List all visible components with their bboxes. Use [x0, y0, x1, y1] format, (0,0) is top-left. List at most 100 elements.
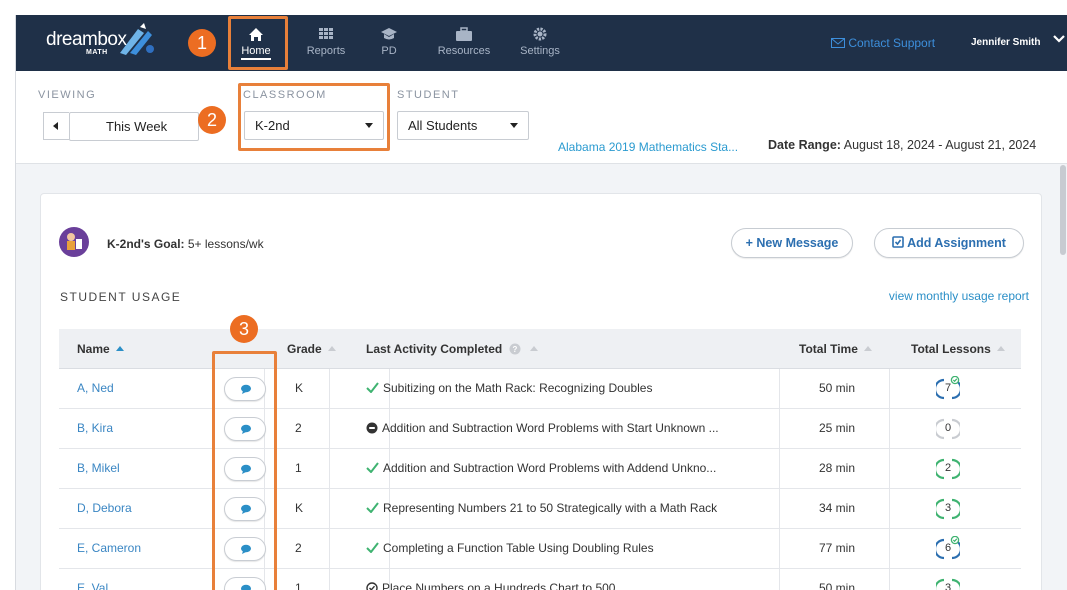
- student-name-link[interactable]: B, Kira: [77, 421, 113, 435]
- column-divider: [889, 409, 890, 449]
- classroom-select[interactable]: K-2nd: [244, 111, 384, 140]
- student-name-link[interactable]: A, Ned: [77, 381, 114, 395]
- column-divider: [329, 449, 330, 489]
- callout-badge-2: 2: [198, 106, 226, 134]
- week-selector[interactable]: This Week: [69, 112, 199, 141]
- chevron-left-icon: [53, 122, 58, 130]
- app-window: dreambox MATH Home Reports PD Resources: [15, 15, 1067, 590]
- lessons-count: 7: [944, 382, 952, 394]
- total-time-cell: 77 min: [819, 541, 856, 555]
- home-icon: [249, 28, 263, 41]
- column-divider: [779, 369, 780, 409]
- svg-text:?: ?: [512, 345, 517, 354]
- previous-week-button[interactable]: [43, 112, 69, 140]
- sort-icon: [327, 346, 336, 351]
- message-student-button[interactable]: [224, 377, 266, 401]
- classroom-goal: K-2nd's Goal: 5+ lessons/wk: [107, 237, 264, 251]
- stop-circle-icon: [366, 422, 378, 434]
- checkmark-icon: [366, 382, 379, 394]
- column-divider: [779, 529, 780, 569]
- grade-cell: 1: [295, 461, 302, 475]
- chat-bubble-icon: [241, 384, 251, 394]
- classroom-label: CLASSROOM: [243, 89, 327, 101]
- plus-icon: +: [745, 236, 753, 250]
- column-divider: [889, 369, 890, 409]
- help-icon[interactable]: ?: [509, 343, 521, 355]
- column-divider: [889, 449, 890, 489]
- viewing-label: VIEWING: [38, 89, 97, 101]
- column-divider: [779, 409, 780, 449]
- nav-pd[interactable]: PD: [361, 25, 417, 57]
- date-range: Date Range: August 18, 2024 - August 21,…: [768, 138, 1037, 152]
- nav-resources[interactable]: Resources: [434, 25, 494, 57]
- student-name-link[interactable]: D, Debora: [77, 501, 132, 515]
- in-progress-icon: [366, 582, 378, 590]
- message-student-button[interactable]: [224, 457, 266, 481]
- table-row: B, Mikel 1 Addition and Subtraction Word P…: [59, 449, 1021, 489]
- student-name-link[interactable]: E, Cameron: [77, 541, 141, 555]
- table-row: E, Val 1 Place Numbers on a Hundreds Chart…: [59, 569, 1021, 590]
- column-header-last-activity[interactable]: Last Activity Completed ?: [366, 342, 538, 356]
- column-divider: [329, 569, 330, 590]
- lessons-count: 0: [944, 422, 952, 434]
- column-header-total-time[interactable]: Total Time: [799, 342, 872, 356]
- user-menu[interactable]: Jennifer Smith: [971, 37, 1040, 48]
- nav-reports[interactable]: Reports: [298, 25, 354, 57]
- message-student-button[interactable]: [224, 417, 266, 441]
- last-activity-cell: Subitizing on the Math Rack: Recognizing…: [366, 381, 652, 395]
- envelope-icon: [831, 38, 845, 48]
- dropdown-caret-icon: [510, 123, 518, 128]
- column-divider: [329, 489, 330, 529]
- total-lessons-indicator: 7: [933, 375, 963, 402]
- table-header: Name Grade Last Activity Completed ? Tot…: [59, 329, 1021, 369]
- grid-icon: [319, 28, 333, 39]
- total-lessons-indicator: 3: [933, 576, 963, 590]
- column-header-grade[interactable]: Grade: [287, 342, 336, 356]
- chat-bubble-icon: [241, 424, 251, 434]
- column-divider: [779, 489, 780, 529]
- total-lessons-indicator: 2: [933, 456, 963, 482]
- nav-settings[interactable]: Settings: [512, 25, 568, 57]
- grade-cell: K: [295, 381, 304, 395]
- dreambox-logo[interactable]: dreambox MATH: [46, 29, 127, 56]
- teacher-icon: [67, 233, 82, 250]
- new-message-button[interactable]: + New Message: [731, 228, 853, 258]
- contact-support-link[interactable]: Contact Support: [831, 36, 935, 50]
- lessons-count: 3: [944, 502, 952, 514]
- student-usage-title: STUDENT USAGE: [60, 290, 182, 304]
- message-student-button[interactable]: [224, 577, 266, 590]
- column-header-total-lessons[interactable]: Total Lessons: [911, 342, 1005, 356]
- sort-icon: [529, 346, 538, 351]
- sort-icon: [863, 346, 872, 351]
- lessons-count: 6: [944, 542, 952, 554]
- add-assignment-button[interactable]: Add Assignment: [874, 228, 1024, 258]
- last-activity-cell: Addition and Subtraction Word Problems w…: [366, 461, 716, 475]
- message-student-button[interactable]: [224, 497, 266, 521]
- total-lessons-indicator: 0: [933, 416, 963, 442]
- chevron-down-icon[interactable]: [1052, 34, 1066, 44]
- standards-link[interactable]: Alabama 2019 Mathematics Sta...: [558, 140, 738, 154]
- student-select[interactable]: All Students: [397, 111, 529, 140]
- gear-icon: [533, 27, 547, 41]
- graduation-cap-icon: [381, 28, 397, 40]
- top-nav: dreambox MATH Home Reports PD Resources: [16, 15, 1067, 71]
- total-time-cell: 34 min: [819, 501, 856, 515]
- nav-home[interactable]: Home: [228, 25, 284, 60]
- student-name-link[interactable]: B, Mikel: [77, 461, 120, 475]
- column-header-name[interactable]: Name: [77, 342, 124, 356]
- checkmark-icon: [366, 462, 379, 474]
- scrollbar-thumb[interactable]: [1060, 165, 1066, 255]
- student-name-link[interactable]: E, Val: [77, 581, 108, 590]
- total-time-cell: 25 min: [819, 421, 856, 435]
- message-student-button[interactable]: [224, 537, 266, 561]
- dropdown-caret-icon: [365, 123, 373, 128]
- total-lessons-indicator: 3: [933, 496, 963, 522]
- column-divider: [329, 529, 330, 569]
- monthly-usage-report-link[interactable]: view monthly usage report: [889, 289, 1029, 303]
- callout-badge-3: 3: [230, 315, 258, 343]
- column-divider: [889, 569, 890, 590]
- table-row: A, Ned K Subitizing on the Math Rack: Reco…: [59, 369, 1021, 409]
- briefcase-icon: [456, 27, 472, 41]
- total-time-cell: 50 min: [819, 381, 856, 395]
- column-divider: [889, 529, 890, 569]
